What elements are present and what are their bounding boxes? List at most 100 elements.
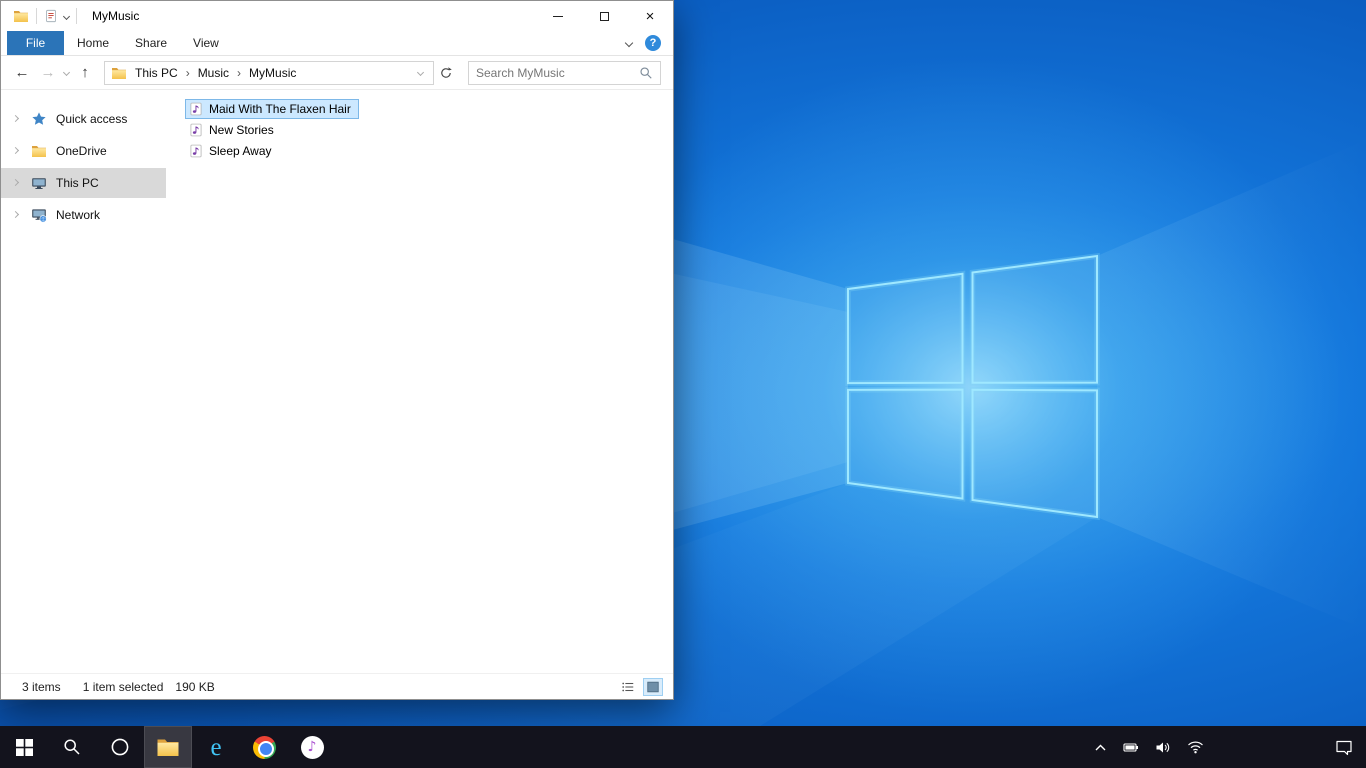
internet-explorer-icon: e <box>210 733 222 761</box>
titlebar[interactable]: MyMusic × <box>1 1 673 31</box>
navigation-toolbar: ← → ↑ This PC › Music › MyMusic <box>1 56 673 90</box>
address-bar[interactable]: This PC › Music › MyMusic <box>104 60 434 85</box>
maximize-icon <box>599 11 609 21</box>
taskbar-internet-explorer-button[interactable]: e <box>192 726 240 768</box>
expander-icon[interactable] <box>11 210 20 219</box>
file-row[interactable]: Maid With The Flaxen Hair <box>185 99 359 119</box>
battery-icon <box>1123 742 1138 752</box>
window-title: MyMusic <box>92 9 140 23</box>
nav-item-quick-access[interactable]: Quick access <box>1 104 166 134</box>
titlebar-separator <box>36 8 37 24</box>
expander-icon[interactable] <box>11 178 20 187</box>
breadcrumb-mymusic[interactable]: MyMusic <box>243 66 302 80</box>
breadcrumb-this-pc[interactable]: This PC <box>129 66 184 80</box>
audio-file-icon <box>189 123 203 137</box>
nav-item-onedrive[interactable]: OneDrive <box>1 136 166 166</box>
search-input[interactable] <box>476 65 639 80</box>
window-controls: × <box>535 1 673 31</box>
taskbar-chrome-button[interactable] <box>240 726 288 768</box>
start-button[interactable] <box>0 726 48 768</box>
file-name: Maid With The Flaxen Hair <box>209 102 351 116</box>
back-button[interactable]: ← <box>9 60 35 86</box>
status-selection-size: 190 KB <box>175 679 215 694</box>
search-icon <box>64 739 80 755</box>
titlebar-separator <box>76 8 77 24</box>
this-pc-icon <box>31 175 47 191</box>
nav-label: Network <box>56 208 101 222</box>
status-selection: 1 item selected <box>82 679 164 694</box>
cortana-icon <box>111 738 129 756</box>
close-button[interactable]: × <box>627 1 673 31</box>
nav-item-network[interactable]: Network <box>1 200 166 230</box>
quick-access-star-icon <box>31 111 47 127</box>
volume-icon <box>1156 742 1170 752</box>
taskbar-file-explorer-button[interactable] <box>144 726 192 768</box>
large-icons-view-icon <box>647 681 659 692</box>
system-tray <box>1094 726 1322 768</box>
search-icon[interactable] <box>639 66 653 80</box>
expand-ribbon-icon[interactable] <box>624 38 634 48</box>
tab-share[interactable]: Share <box>122 31 180 55</box>
battery-button[interactable] <box>1123 740 1139 755</box>
taskbar-itunes-button[interactable]: ♪ <box>288 726 336 768</box>
status-item-count: 3 items <box>22 679 61 694</box>
action-center-icon <box>1336 740 1352 755</box>
details-view-button[interactable] <box>618 678 638 696</box>
window-folder-icon <box>13 8 29 24</box>
help-icon[interactable]: ? <box>645 35 661 51</box>
network-button[interactable] <box>1187 740 1204 754</box>
action-center-button[interactable] <box>1322 726 1366 768</box>
details-view-icon <box>622 682 634 691</box>
volume-button[interactable] <box>1155 740 1171 755</box>
music-note-icon: ♪ <box>307 739 317 755</box>
nav-label: OneDrive <box>56 144 107 158</box>
tab-file[interactable]: File <box>7 31 64 55</box>
breadcrumb-music[interactable]: Music <box>192 66 235 80</box>
show-hidden-icons-button[interactable] <box>1094 742 1107 753</box>
network-icon <box>31 207 47 223</box>
audio-file-icon <box>189 144 203 158</box>
file-row[interactable]: Sleep Away <box>185 141 280 161</box>
file-name: Sleep Away <box>209 144 272 158</box>
taskbar-search-button[interactable] <box>48 726 96 768</box>
file-list[interactable]: Maid With The Flaxen Hair New Stories Sl… <box>166 90 673 673</box>
itunes-icon: ♪ <box>300 735 324 759</box>
status-bar: 3 items 1 item selected 190 KB <box>1 673 673 699</box>
forward-button[interactable]: → <box>35 60 61 86</box>
minimize-icon <box>553 15 563 17</box>
up-button[interactable]: ↑ <box>72 60 98 86</box>
ribbon-tab-bar: File Home Share View ? <box>1 31 673 56</box>
large-icons-view-button[interactable] <box>643 677 663 696</box>
file-name: New Stories <box>209 123 274 137</box>
view-toggles <box>618 677 663 696</box>
maximize-button[interactable] <box>581 1 627 31</box>
breadcrumb-separator-icon[interactable]: › <box>186 66 190 80</box>
chrome-icon <box>252 735 276 759</box>
address-dropdown-icon[interactable] <box>416 68 425 77</box>
refresh-button[interactable] <box>434 61 458 85</box>
wifi-icon <box>1188 741 1203 754</box>
taskbar: e ♪ <box>0 726 1366 768</box>
qat-customize-icon[interactable] <box>62 12 71 20</box>
navigation-pane: Quick access OneDrive This PC Network <box>1 90 166 673</box>
onedrive-folder-icon <box>31 143 47 159</box>
file-explorer-icon <box>156 735 180 759</box>
nav-label: Quick access <box>56 112 128 126</box>
refresh-icon <box>441 66 452 78</box>
nav-item-this-pc[interactable]: This PC <box>1 168 166 198</box>
minimize-button[interactable] <box>535 1 581 31</box>
tab-view[interactable]: View <box>180 31 232 55</box>
expander-icon[interactable] <box>11 114 20 123</box>
search-box <box>468 60 661 85</box>
windows-start-icon <box>15 738 33 756</box>
address-folder-icon <box>111 65 127 81</box>
breadcrumb-separator-icon[interactable]: › <box>237 66 241 80</box>
expander-icon[interactable] <box>11 146 20 155</box>
file-row[interactable]: New Stories <box>185 120 282 140</box>
tab-home[interactable]: Home <box>64 31 122 55</box>
recent-locations-icon[interactable] <box>62 68 71 77</box>
file-explorer-window: MyMusic × File Home Share View ? ← → ↑ T… <box>0 0 674 700</box>
cortana-button[interactable] <box>96 726 144 768</box>
explorer-main: Quick access OneDrive This PC Network Ma… <box>1 90 673 673</box>
properties-icon[interactable] <box>44 9 58 23</box>
